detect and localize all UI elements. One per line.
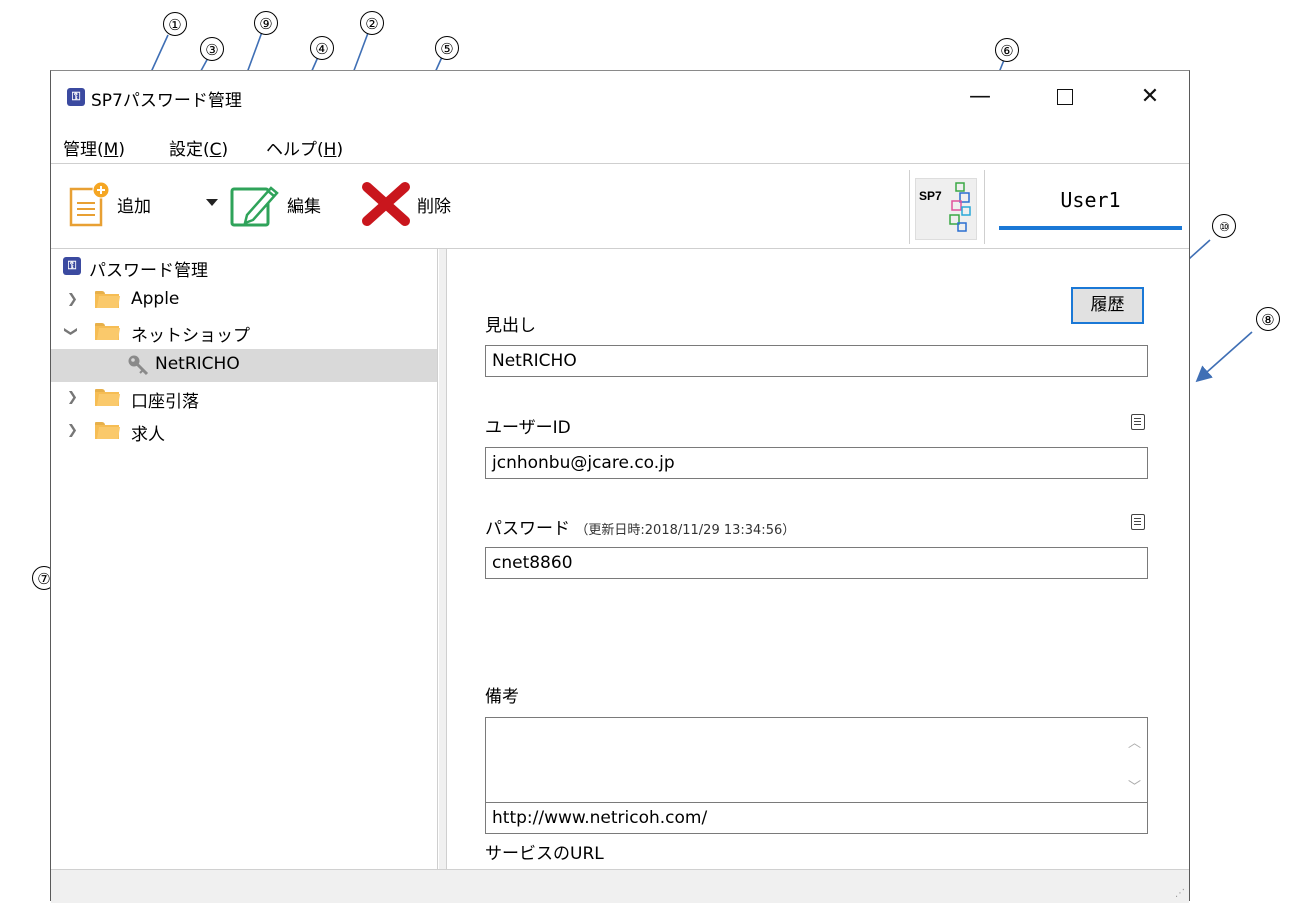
add-dropdown-arrow-icon[interactable] [206, 199, 218, 206]
tree-item-label: 求人 [131, 425, 165, 445]
sp7-logo-squares-icon [949, 182, 971, 232]
password-label: パスワード （更新日時:2018/11/29 13:34:56） [485, 514, 795, 539]
folder-icon [95, 422, 121, 439]
app-window: ⚿ SP7パスワード管理 — ✕ 管理(M) 設定(C) ヘルプ(H) 追加 編… [50, 70, 1190, 903]
password-field[interactable]: cnet8860 [485, 547, 1148, 579]
folder-icon [95, 291, 121, 308]
user-underline [999, 226, 1182, 230]
url-label: サービスのURL [485, 844, 604, 864]
tree-item-netshop[interactable]: ❯ ネットショップ [51, 316, 437, 349]
password-manager-icon: ⚿ [63, 257, 81, 275]
callout-6: ⑥ [995, 38, 1019, 62]
toolbar: 追加 編集 削除 SP7 User1 [51, 163, 1189, 249]
key-icon [128, 355, 149, 376]
history-button[interactable]: 履歴 [1071, 287, 1144, 324]
add-label: 追加 [117, 196, 151, 217]
pane-splitter[interactable] [439, 249, 447, 869]
title-bar[interactable]: ⚿ SP7パスワード管理 — ✕ [51, 71, 1189, 127]
menu-help[interactable]: ヘルプ(H) [266, 135, 343, 160]
memo-label: 備考 [485, 687, 519, 707]
callout-5: ⑤ [435, 36, 459, 60]
folder-tree[interactable]: ⚿ パスワード管理 ❯ Apple ❯ ネットショップ NetRICHO ❯ 口… [51, 249, 438, 869]
copy-password-icon[interactable] [1131, 514, 1145, 530]
resize-grip-icon[interactable]: ⋰ [1175, 888, 1185, 899]
password-label-text: パスワード [485, 519, 570, 539]
edit-pencil-icon [230, 186, 279, 227]
tree-item-label: NetRICHO [155, 354, 240, 374]
memo-textarea[interactable]: ︿ ﹀ [485, 717, 1148, 805]
scroll-up-icon[interactable]: ︿ [1128, 732, 1141, 751]
tree-item-label: ネットショップ [131, 326, 250, 346]
heading-label: 見出し [485, 316, 536, 336]
edit-button[interactable]: 編集 [229, 178, 321, 230]
sp7-logo: SP7 [915, 178, 977, 240]
callout-9: ⑨ [254, 11, 278, 35]
maximize-button[interactable] [1036, 77, 1094, 117]
callout-8: ⑧ [1256, 307, 1280, 331]
status-bar: ⋰ [51, 869, 1189, 903]
menu-bar: 管理(M) 設定(C) ヘルプ(H) [51, 127, 1189, 163]
delete-button[interactable]: 削除 [361, 178, 451, 230]
detail-pane: 履歴 見出し NetRICHO ユーザーID jcnhonbu@jcare.co… [447, 249, 1189, 869]
chevron-down-icon[interactable]: ❯ [63, 326, 78, 337]
user-name[interactable]: User1 [999, 188, 1182, 212]
close-button[interactable]: ✕ [1121, 77, 1179, 117]
folder-open-icon [95, 323, 121, 340]
tree-item-label: 口座引落 [131, 392, 199, 412]
add-button[interactable]: 追加 [69, 178, 151, 230]
add-document-icon [69, 181, 110, 227]
tree-item-bank[interactable]: ❯ 口座引落 [51, 382, 437, 415]
menu-manage[interactable]: 管理(M) [63, 135, 125, 160]
maximize-icon [1057, 89, 1073, 105]
userid-field[interactable]: jcnhonbu@jcare.co.jp [485, 447, 1148, 479]
userid-label: ユーザーID [485, 418, 571, 438]
password-manager-icon: ⚿ [67, 88, 85, 106]
callout-2: ② [360, 11, 384, 35]
sp7-logo-button[interactable]: SP7 [909, 170, 985, 244]
tree-item-label: Apple [131, 289, 180, 309]
callout-4: ④ [310, 36, 334, 60]
callout-1: ① [163, 12, 187, 36]
scroll-down-icon[interactable]: ﹀ [1128, 776, 1141, 795]
minimize-button[interactable]: — [951, 77, 1009, 117]
delete-x-icon [362, 182, 410, 226]
copy-userid-icon[interactable] [1131, 414, 1145, 430]
tree-root-label: パスワード管理 [89, 261, 208, 281]
chevron-right-icon[interactable]: ❯ [67, 390, 78, 405]
chevron-right-icon[interactable]: ❯ [67, 292, 78, 307]
window-title: SP7パスワード管理 [91, 91, 242, 111]
delete-label: 削除 [417, 196, 451, 217]
url-field[interactable]: http://www.netricoh.com/ [485, 802, 1148, 834]
tree-item-netricho[interactable]: NetRICHO [51, 349, 437, 382]
heading-field[interactable]: NetRICHO [485, 345, 1148, 377]
folder-icon [95, 389, 121, 406]
edit-label: 編集 [287, 196, 321, 217]
tree-item-apple[interactable]: ❯ Apple [51, 284, 437, 317]
arrow-8 [1195, 331, 1253, 383]
menu-settings[interactable]: 設定(C) [169, 135, 228, 160]
tree-item-jobs[interactable]: ❯ 求人 [51, 415, 437, 448]
callout-10: ⑩ [1212, 214, 1236, 238]
chevron-right-icon[interactable]: ❯ [67, 423, 78, 438]
password-updated-time: （更新日時:2018/11/29 13:34:56） [575, 523, 796, 538]
callout-3: ③ [200, 37, 224, 61]
tree-root[interactable]: ⚿ パスワード管理 [51, 251, 437, 284]
